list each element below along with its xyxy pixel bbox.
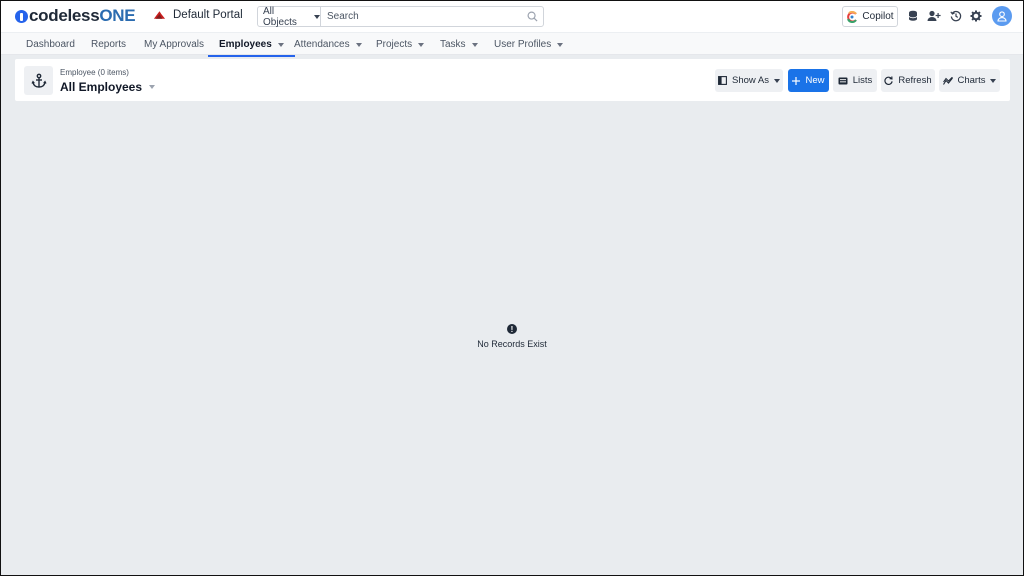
portal-switcher[interactable]: Default Portal <box>153 9 243 21</box>
refresh-button[interactable]: Refresh <box>881 69 935 92</box>
nav-item-reports[interactable]: Reports <box>91 33 126 56</box>
nav-item-my-approvals[interactable]: My Approvals <box>144 33 204 56</box>
codelessone-logo[interactable]: codelessONE <box>15 6 136 25</box>
nav-item-dashboard[interactable]: Dashboard <box>26 33 75 56</box>
list-icon <box>838 77 848 84</box>
user-avatar[interactable] <box>992 6 1012 26</box>
charts-label: Charts <box>957 75 986 86</box>
chevron-down-icon <box>355 42 362 47</box>
empty-state-message: No Records Exist <box>477 339 547 349</box>
database-icon[interactable] <box>906 9 920 23</box>
chart-icon <box>942 76 953 85</box>
portal-icon <box>153 11 166 19</box>
nav-item-employees[interactable]: Employees <box>208 33 295 57</box>
top-bar: codelessONE Default Portal All Objects S… <box>1 1 1023 32</box>
lists-label: Lists <box>852 75 873 86</box>
search-input[interactable] <box>321 7 521 26</box>
copilot-icon <box>847 10 858 23</box>
anchor-icon <box>30 73 47 88</box>
nav-item-tasks[interactable]: Tasks <box>440 33 478 56</box>
lists-button[interactable]: Lists <box>833 69 877 92</box>
show-as-button[interactable]: Show As <box>715 69 783 92</box>
new-label: New <box>805 75 825 86</box>
copilot-button[interactable]: Copilot <box>842 6 898 27</box>
logo-text-accent: ONE <box>99 6 136 25</box>
gear-icon[interactable] <box>969 9 983 23</box>
nav-item-attendances[interactable]: Attendances <box>294 33 362 56</box>
chevron-down-icon <box>557 42 564 47</box>
add-user-icon[interactable] <box>927 9 941 23</box>
charts-button[interactable]: Charts <box>939 69 1000 92</box>
object-scope-value: All Objects <box>263 5 297 28</box>
chevron-down-icon <box>990 78 997 83</box>
plus-icon <box>792 76 801 85</box>
layout-icon <box>718 76 727 85</box>
view-selector[interactable]: All Employees <box>60 80 156 94</box>
global-search: All Objects <box>257 5 544 28</box>
list-header-card: Employee (0 items) All Employees Show As… <box>15 59 1010 101</box>
entity-count-label: Employee (0 items) <box>60 68 129 77</box>
logo-mark-icon <box>15 9 28 23</box>
empty-state: ! No Records Exist <box>1 324 1023 349</box>
entity-icon-box <box>24 66 53 95</box>
nav-item-projects[interactable]: Projects <box>376 33 425 56</box>
search-icon[interactable] <box>521 7 543 26</box>
chevron-down-icon <box>418 42 425 47</box>
app-window: codelessONE Default Portal All Objects S… <box>0 0 1024 576</box>
user-avatar-icon <box>997 10 1007 22</box>
history-icon[interactable] <box>949 9 963 23</box>
new-button[interactable]: New <box>788 69 829 92</box>
main-navigation: Dashboard Reports My Approvals Employees… <box>1 32 1023 57</box>
portal-label: Default Portal <box>173 9 243 21</box>
chevron-down-icon <box>471 42 478 47</box>
chevron-down-icon <box>149 85 156 89</box>
object-scope-select[interactable]: All Objects <box>258 5 321 28</box>
chevron-down-icon <box>773 78 780 83</box>
show-as-label: Show As <box>732 75 769 86</box>
copilot-label: Copilot <box>862 11 894 22</box>
refresh-icon <box>884 76 894 85</box>
refresh-label: Refresh <box>898 75 932 86</box>
nav-item-user-profiles[interactable]: User Profiles <box>494 33 564 56</box>
chevron-down-icon <box>314 14 320 19</box>
view-name: All Employees <box>60 80 143 94</box>
chevron-down-icon <box>277 42 284 47</box>
info-icon: ! <box>507 324 517 334</box>
logo-text-main: codeless <box>29 6 100 25</box>
